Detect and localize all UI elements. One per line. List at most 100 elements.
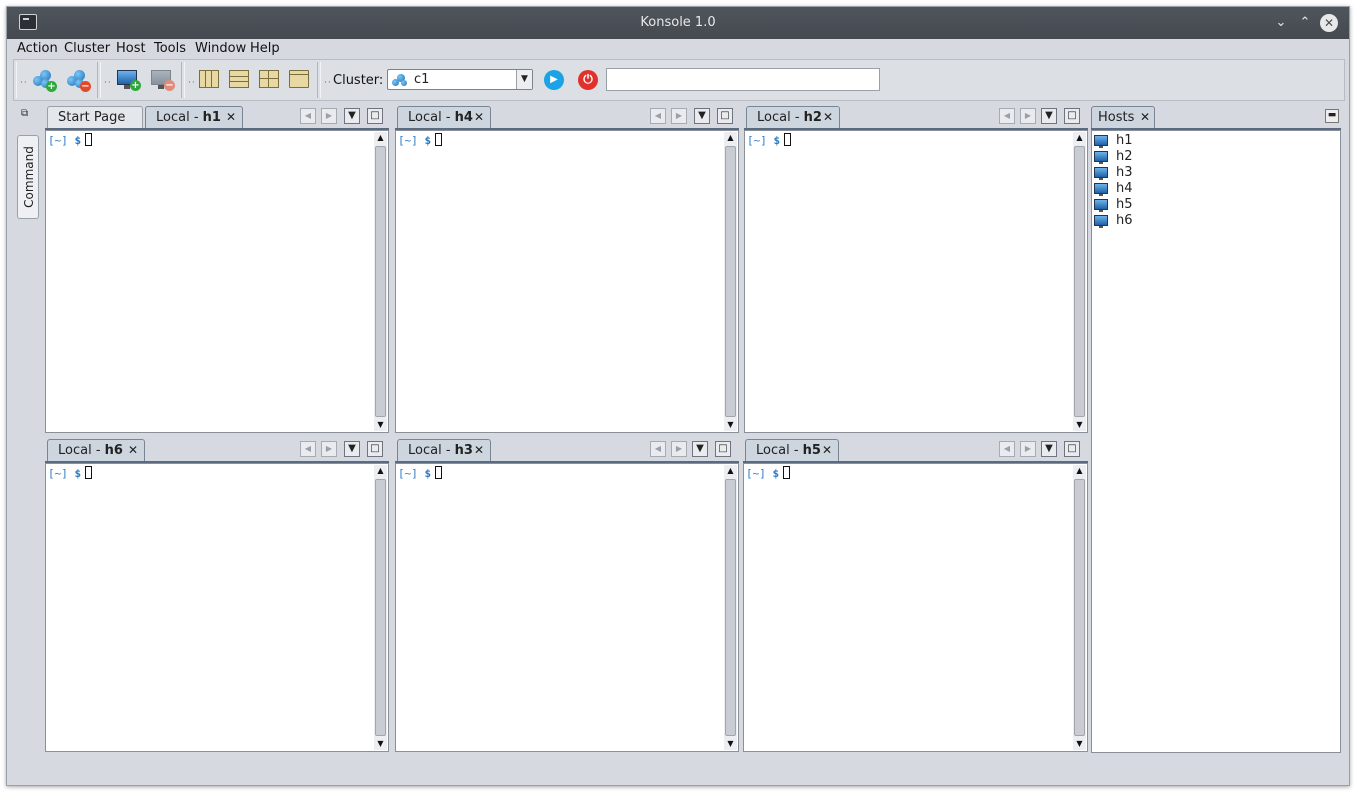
maximize-pane-icon[interactable]: □ [367, 441, 383, 457]
vertical-scrollbar[interactable]: ▲ ▼ [724, 132, 737, 431]
tab-local-h1[interactable]: Local - h1 ✕ [145, 106, 243, 128]
run-button[interactable]: ▶ [544, 70, 564, 90]
scroll-tabs-right-icon[interactable]: ▶ [1020, 441, 1036, 457]
maximize-pane-icon[interactable]: □ [1064, 108, 1080, 124]
scroll-tabs-left-icon[interactable]: ◀ [999, 108, 1015, 124]
terminal-area[interactable]: [~] $ ▲ ▼ [744, 130, 1088, 433]
scrollbar-thumb[interactable] [725, 479, 736, 736]
add-cluster-button[interactable]: + [31, 68, 57, 92]
tab-list-icon[interactable]: ▼ [344, 441, 360, 457]
scroll-up-icon[interactable]: ▲ [1073, 132, 1086, 144]
menu-help[interactable]: Help [250, 41, 280, 56]
close-tab-icon[interactable]: ✕ [822, 443, 832, 457]
layout-rows-icon[interactable] [229, 70, 249, 88]
restore-icon[interactable]: ⧉ [21, 109, 33, 119]
scrollbar-thumb[interactable] [375, 146, 386, 417]
tab-local-h2[interactable]: Local - h2 ✕ [746, 106, 840, 128]
scroll-tabs-left-icon[interactable]: ◀ [300, 108, 316, 124]
scrollbar-thumb[interactable] [1074, 146, 1085, 417]
scroll-up-icon[interactable]: ▲ [374, 465, 387, 477]
close-tab-icon[interactable]: ✕ [1140, 110, 1150, 124]
scroll-up-icon[interactable]: ▲ [1073, 465, 1086, 477]
scroll-tabs-left-icon[interactable]: ◀ [650, 108, 666, 124]
chevron-down-icon[interactable]: ▼ [516, 70, 532, 89]
grip-icon: ·· [188, 78, 196, 88]
scroll-tabs-right-icon[interactable]: ▶ [321, 441, 337, 457]
menu-tools[interactable]: Tools [154, 41, 186, 56]
text-cursor [435, 133, 443, 146]
scroll-tabs-left-icon[interactable]: ◀ [300, 441, 316, 457]
scroll-tabs-left-icon[interactable]: ◀ [999, 441, 1015, 457]
scroll-tabs-right-icon[interactable]: ▶ [671, 108, 687, 124]
add-host-button[interactable]: + [115, 68, 141, 92]
tab-list-icon[interactable]: ▼ [694, 108, 710, 124]
menu-cluster[interactable]: Cluster [64, 41, 110, 56]
remove-cluster-button[interactable]: − [65, 68, 91, 92]
maximize-pane-icon[interactable]: □ [1064, 441, 1080, 457]
scroll-down-icon[interactable]: ▼ [374, 738, 387, 750]
layout-tabs-icon[interactable] [289, 70, 309, 88]
layout-grid-icon[interactable] [259, 70, 279, 88]
tab-local-h5[interactable]: Local - h5 ✕ [745, 439, 839, 461]
maximize-pane-icon[interactable]: □ [715, 441, 731, 457]
layout-columns-icon[interactable] [199, 70, 219, 88]
scroll-down-icon[interactable]: ▼ [724, 419, 737, 431]
close-window-icon[interactable]: ✕ [1320, 14, 1338, 32]
terminal-area[interactable]: [~] $ ▲ ▼ [45, 130, 389, 433]
scrollbar-thumb[interactable] [375, 479, 386, 736]
scroll-down-icon[interactable]: ▼ [1073, 419, 1086, 431]
tab-local-h4[interactable]: Local - h4 ✕ [397, 106, 491, 128]
scroll-tabs-right-icon[interactable]: ▶ [1020, 108, 1036, 124]
scroll-up-icon[interactable]: ▲ [374, 132, 387, 144]
stop-button[interactable]: ⏻ [578, 70, 598, 90]
cluster-select[interactable]: c1 ▼ [387, 69, 533, 90]
tab-start-page[interactable]: Start Page [47, 106, 143, 128]
scroll-down-icon[interactable]: ▼ [1073, 738, 1086, 750]
scrollbar-thumb[interactable] [1074, 479, 1085, 736]
scroll-up-icon[interactable]: ▲ [724, 132, 737, 144]
minimize-window-icon[interactable]: ⌄ [1272, 14, 1290, 32]
vertical-scrollbar[interactable]: ▲ ▼ [724, 465, 737, 750]
tab-list-icon[interactable]: ▼ [1041, 108, 1057, 124]
maximize-pane-icon[interactable]: □ [367, 108, 383, 124]
maximize-window-icon[interactable]: ⌃ [1296, 14, 1314, 32]
side-strip: ⧉ Command [13, 105, 43, 765]
scroll-up-icon[interactable]: ▲ [724, 465, 737, 477]
scroll-down-icon[interactable]: ▼ [374, 419, 387, 431]
scroll-tabs-left-icon[interactable]: ◀ [650, 441, 666, 457]
vertical-scrollbar[interactable]: ▲ ▼ [374, 465, 387, 750]
menu-action[interactable]: Action [17, 41, 58, 56]
close-tab-icon[interactable]: ✕ [474, 110, 484, 124]
scrollbar-thumb[interactable] [725, 146, 736, 417]
text-cursor [435, 466, 443, 479]
menu-window[interactable]: Window [195, 41, 246, 56]
close-tab-icon[interactable]: ✕ [128, 443, 138, 457]
scroll-tabs-right-icon[interactable]: ▶ [321, 108, 337, 124]
terminal-area[interactable]: [~] $ ▲ ▼ [395, 130, 739, 433]
vertical-scrollbar[interactable]: ▲ ▼ [1073, 132, 1086, 431]
menu-host[interactable]: Host [116, 41, 146, 56]
vertical-scrollbar[interactable]: ▲ ▼ [374, 132, 387, 431]
scroll-tabs-right-icon[interactable]: ▶ [671, 441, 687, 457]
tab-list-icon[interactable]: ▼ [692, 441, 708, 457]
close-tab-icon[interactable]: ✕ [226, 110, 236, 124]
maximize-pane-icon[interactable]: □ [717, 108, 733, 124]
minimize-panel-icon[interactable]: ▬ [1325, 109, 1339, 123]
tab-hosts[interactable]: Hosts ✕ [1091, 106, 1155, 128]
terminal-area[interactable]: [~] $ ▲ ▼ [45, 463, 389, 752]
command-side-tab[interactable]: Command [17, 135, 39, 219]
tab-list-icon[interactable]: ▼ [1041, 441, 1057, 457]
remove-host-button[interactable]: − [149, 68, 175, 92]
close-tab-icon[interactable]: ✕ [474, 443, 484, 457]
close-tab-icon[interactable]: ✕ [823, 110, 833, 124]
terminal-area[interactable]: [~] $ ▲ ▼ [743, 463, 1088, 752]
tab-local-h3[interactable]: Local - h3 ✕ [397, 439, 491, 461]
tab-strip: Local - h2 ✕ ◀ ▶ ▼ □ [744, 105, 1088, 130]
vertical-scrollbar[interactable]: ▲ ▼ [1073, 465, 1086, 750]
tab-list-icon[interactable]: ▼ [344, 108, 360, 124]
terminal-area[interactable]: [~] $ ▲ ▼ [395, 463, 739, 752]
scroll-down-icon[interactable]: ▼ [724, 738, 737, 750]
tab-local-h6[interactable]: Local - h6 ✕ [47, 439, 145, 461]
tab-label: Start Page [58, 110, 126, 125]
command-input[interactable] [606, 68, 880, 91]
